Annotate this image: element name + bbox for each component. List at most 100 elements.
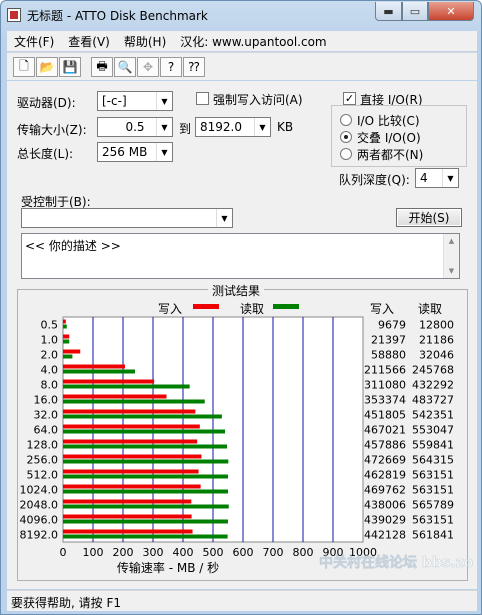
context-help-icon[interactable]: ⁇	[183, 57, 205, 77]
force-write-checkbox[interactable]	[196, 92, 209, 105]
controlled-by-select[interactable]: ▼	[21, 208, 233, 228]
write-bar	[63, 319, 66, 324]
direct-io-checkbox[interactable]: ✓	[343, 92, 356, 105]
read-value: 432292	[412, 379, 454, 392]
queue-depth-value: 4	[420, 171, 428, 185]
drive-value: [-c-]	[102, 94, 127, 108]
write-value: 311080	[364, 379, 406, 392]
read-bar	[63, 429, 226, 434]
category-label: 2048.0	[20, 499, 59, 512]
force-write-label: 强制写入访问(A)	[213, 93, 303, 107]
write-column-header: 写入	[370, 302, 394, 316]
read-bar	[63, 369, 136, 374]
chevron-down-icon: ▼	[442, 169, 458, 187]
category-label: 4.0	[41, 364, 59, 377]
app-icon[interactable]	[7, 8, 21, 22]
category-label: 16.0	[34, 394, 59, 407]
menu-file[interactable]: 文件(F)	[7, 33, 61, 50]
write-value: 467021	[364, 424, 406, 437]
x-tick-label: 100	[83, 546, 104, 559]
menu-view[interactable]: 查看(V)	[61, 33, 117, 50]
write-bar	[63, 454, 202, 459]
description-scrollbar[interactable]: ▲ ▼	[443, 234, 459, 278]
total-length-select[interactable]: 256 MB ▼	[97, 142, 173, 162]
write-value: 457886	[364, 439, 406, 452]
open-folder-icon[interactable]: 📂	[36, 57, 58, 77]
description-memo[interactable]: << 你的描述 >> ▲ ▼	[21, 233, 460, 279]
read-bar	[63, 399, 205, 404]
category-label: 256.0	[27, 454, 59, 467]
menu-help[interactable]: 帮助(H)	[117, 33, 173, 50]
io-compare-label: I/O 比较(C)	[357, 114, 420, 128]
toolbar: 🗋 📂 💾 🖶 🔍 ✥ ? ⁇	[7, 52, 477, 80]
description-text: << 你的描述 >>	[25, 239, 121, 253]
chevron-down-icon: ▼	[156, 143, 172, 161]
scroll-down-icon[interactable]: ▼	[449, 267, 454, 275]
x-tick-label: 300	[143, 546, 164, 559]
x-axis-label: 传输速率 - MB / 秒	[117, 560, 219, 575]
write-bar	[63, 349, 81, 354]
read-value: 542351	[412, 409, 454, 422]
read-bar	[63, 504, 229, 509]
settings-panel: 驱动器(D): [-c-] ▼ 强制写入访问(A) ✓ 直接 I/O(R) 传输…	[7, 81, 477, 589]
read-value: 563151	[412, 469, 454, 482]
category-label: 8.0	[41, 379, 59, 392]
write-value: 9679	[378, 319, 406, 332]
write-value: 21397	[371, 334, 406, 347]
read-value: 553047	[412, 424, 454, 437]
app-window: 无标题 - ATTO Disk Benchmark ▬ ▭ ✕ 文件(F) 查看…	[0, 0, 482, 615]
read-bar	[63, 489, 228, 494]
save-icon[interactable]: 💾	[59, 57, 81, 77]
transfer-to-word: 到	[179, 122, 192, 136]
write-bar	[63, 379, 155, 384]
category-label: 4096.0	[20, 514, 59, 527]
x-tick-label: 200	[113, 546, 134, 559]
write-value: 462819	[364, 469, 406, 482]
transfer-to-select[interactable]: 8192.0 ▼	[195, 117, 271, 137]
read-bar	[63, 414, 222, 419]
status-text: 要获得帮助, 请按 F1	[11, 596, 121, 610]
close-button[interactable]: ✕	[428, 2, 474, 21]
neither-label: 两者都不(N)	[357, 148, 424, 162]
print-preview-icon[interactable]: 🔍	[114, 57, 136, 77]
results-group: 测试结果 写入 读取 写入 读取 0 100 200 300 400 500 600 700 800 90…	[17, 282, 468, 581]
minimize-button[interactable]: ▬	[375, 2, 402, 21]
transfer-from-select[interactable]: 0.5 ▼	[97, 117, 173, 137]
queue-depth-select[interactable]: 4 ▼	[415, 168, 459, 188]
overlapped-io-radio[interactable]	[340, 131, 352, 143]
move-icon[interactable]: ✥	[137, 57, 159, 77]
transfer-size-label: 传输大小(Z):	[17, 123, 87, 137]
write-bar	[63, 334, 70, 339]
write-bar	[63, 469, 199, 474]
benchmark-chart: 写入 读取 写入 读取0 100 200 300 400 500 600 700 800 900 1000…	[20, 302, 455, 575]
write-value: 211566	[364, 364, 406, 377]
read-value: 559841	[412, 439, 454, 452]
maximize-button[interactable]: ▭	[402, 2, 428, 21]
io-compare-radio[interactable]	[340, 114, 352, 126]
x-tick-label: 0	[60, 546, 67, 559]
watermark-text: 中关村在线论坛 bbs.zol.com.cn	[319, 554, 473, 571]
category-label: 0.5	[41, 319, 59, 332]
drive-select[interactable]: [-c-] ▼	[97, 91, 173, 111]
start-button[interactable]: 开始(S)	[396, 208, 462, 227]
chevron-down-icon: ▼	[254, 118, 270, 136]
category-label: 32.0	[34, 409, 59, 422]
write-value: 472669	[364, 454, 406, 467]
x-tick-label: 500	[203, 546, 224, 559]
print-icon[interactable]: 🖶	[91, 57, 113, 77]
chevron-down-icon: ▼	[156, 92, 172, 110]
read-column-header: 读取	[418, 302, 442, 316]
scroll-up-icon[interactable]: ▲	[449, 237, 454, 245]
write-bar	[63, 424, 200, 429]
title-bar[interactable]: 无标题 - ATTO Disk Benchmark ▬ ▭ ✕	[1, 1, 481, 29]
transfer-to-value: 8192.0	[200, 120, 242, 134]
neither-radio[interactable]	[340, 148, 352, 160]
new-document-icon[interactable]: 🗋	[13, 57, 35, 77]
write-bar	[63, 394, 167, 399]
help-icon[interactable]: ?	[160, 57, 182, 77]
chevron-down-icon: ▼	[216, 209, 232, 227]
menu-translator-link[interactable]: 汉化: www.upantool.com	[173, 33, 333, 50]
write-bar	[63, 484, 201, 489]
read-bar	[63, 474, 228, 479]
read-value: 563151	[412, 514, 454, 527]
